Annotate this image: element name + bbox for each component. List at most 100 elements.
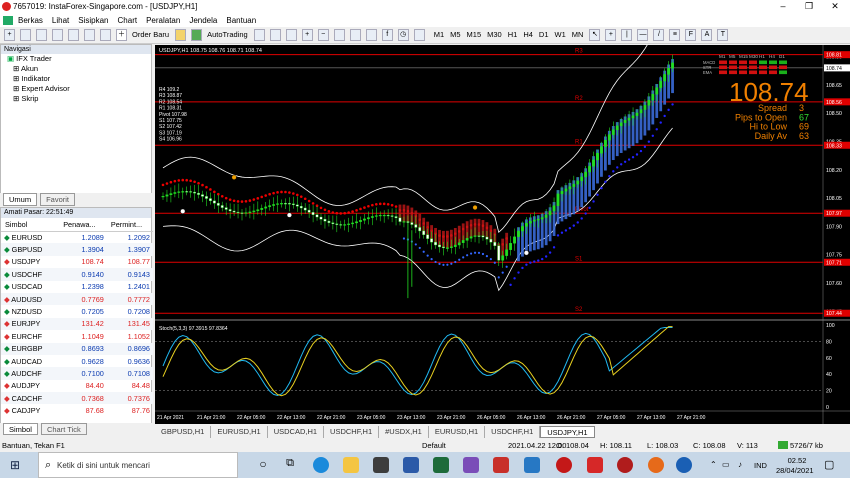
market-row-audjpy[interactable]: ◆ AUDJPY 84.40 84.48 [1,380,153,392]
app-icon-purple[interactable] [463,457,479,473]
tab-umum[interactable]: Umum [3,193,38,206]
symbol-cell[interactable]: ◆ AUDCAD [1,355,59,367]
chart-tab-usdchf-2[interactable]: USDCHF,H1 [485,426,541,438]
symbol-cell[interactable]: ◆ CADCHF [1,392,59,404]
market-row-cadjpy[interactable]: ◆ CADJPY 87.68 87.76 [1,404,153,416]
tester-icon[interactable] [100,29,111,41]
market-row-eurjpy[interactable]: ◆ EURJPY 131.42 131.45 [1,317,153,331]
symbol-cell[interactable]: ◆ AUDJPY [1,380,59,392]
minimize-button[interactable]: – [770,0,796,13]
crosshair-icon[interactable]: + [605,29,617,41]
close-button[interactable]: ✕ [822,0,848,13]
col-symbol[interactable]: Simbol [1,218,60,232]
text-icon[interactable]: A [701,29,713,41]
menu-bantuan[interactable]: Bantuan [226,16,256,25]
trendline-icon[interactable]: / [653,29,665,41]
line-chart-icon[interactable] [285,29,297,41]
network-icon[interactable]: ▭ [722,460,730,469]
powerpoint-icon[interactable] [493,457,509,473]
chrome-icon[interactable] [676,457,692,473]
restore-button[interactable]: ❐ [796,0,822,13]
nav-item-ifx-trader[interactable]: ▣ IFX Trader [7,54,151,64]
metatrader-icon[interactable] [556,457,572,473]
cursor-icon[interactable]: ↖ [589,29,601,41]
chart-tab-gbpusd[interactable]: GBPUSD,H1 [155,426,212,438]
label-icon[interactable]: T [717,29,729,41]
volume-icon[interactable]: ♪ [738,460,742,469]
tf-m15[interactable]: M15 [467,29,482,41]
tab-chart-tick[interactable]: Chart Tick [40,423,87,435]
market-row-audchf[interactable]: ◆ AUDCHF 0.7100 0.7108 [1,367,153,380]
nav-item-skrip[interactable]: ⊞ Skrip [7,94,151,104]
menu-chart[interactable]: Chart [118,16,138,25]
symbol-cell[interactable]: ◆ AUDUSD [1,293,59,305]
menu-berkas[interactable]: Berkas [18,16,43,25]
symbol-cell[interactable]: ◆ EURCHF [1,330,59,342]
vertical-line-icon[interactable]: | [621,29,633,41]
firefox-icon[interactable] [648,457,664,473]
store-icon[interactable] [373,457,389,473]
symbol-cell[interactable]: ◆ AUDCHF [1,367,59,379]
chart-shift-icon[interactable] [349,29,361,41]
nav-item-expert-advisor[interactable]: ⊞ Expert Advisor [7,84,151,94]
data-window-icon[interactable] [52,29,63,41]
price-chart[interactable]: R3R2R1PivotS1S2USDJPY,H1 108.75 108.76 1… [155,45,850,424]
col-ask[interactable]: Permint... [106,218,153,232]
market-row-gbpusd[interactable]: ◆ GBPUSD 1.3904 1.3907 [1,243,153,256]
market-row-eurchf[interactable]: ◆ EURCHF 1.1049 1.1052 [1,330,153,342]
autotrading-button[interactable]: AutoTrading [207,29,248,41]
notification-icon[interactable]: ▢ [824,458,834,471]
profiles-icon[interactable] [20,29,31,41]
tile-windows-icon[interactable] [333,29,345,41]
col-bid[interactable]: Penawa... [59,218,107,232]
chart-tab-usdchf[interactable]: USDCHF,H1 [324,426,380,438]
cortana-icon[interactable]: ○ [255,457,271,473]
symbol-cell[interactable]: ◆ USDCHF [1,268,59,280]
market-row-audcad[interactable]: ◆ AUDCAD 0.9628 0.9636 [1,355,153,367]
edge-icon[interactable] [313,457,329,473]
terminal-app-icon[interactable] [617,457,633,473]
market-row-usdchf[interactable]: ◆ USDCHF 0.9140 0.9143 [1,268,153,281]
market-row-nzdusd[interactable]: ◆ NZDUSD 0.7205 0.7208 [1,305,153,317]
mail-icon[interactable] [524,457,540,473]
navigator-icon[interactable] [68,29,79,41]
chart-tab-eurusd-2[interactable]: EURUSD,H1 [429,426,486,438]
language-indicator[interactable]: IND [754,461,767,470]
channel-icon[interactable]: ≡ [669,29,681,41]
instaforex-icon[interactable] [587,457,603,473]
fibonacci-icon[interactable]: F [685,29,697,41]
symbol-cell[interactable]: ◆ EURJPY [1,318,59,330]
clock-date[interactable]: 28/04/2021 [776,466,814,475]
market-watch-icon[interactable] [36,29,47,41]
indicators-icon[interactable]: f [381,29,393,41]
autoscroll-icon[interactable] [365,29,377,41]
nav-item-indikator[interactable]: ⊞ Indikator [7,74,151,84]
bar-chart-icon[interactable] [253,29,265,41]
taskbar-search[interactable]: ⌕ Ketik di sini untuk mencari [38,452,238,478]
symbol-cell[interactable]: ◆ EURGBP [1,343,59,355]
market-row-eurgbp[interactable]: ◆ EURGBP 0.8693 0.8696 [1,342,153,355]
new-chart-icon[interactable]: + [4,29,15,41]
chart-tab-usdx[interactable]: #USDX,H1 [379,426,429,438]
metaeditor-icon[interactable] [175,29,187,41]
symbol-cell[interactable]: ◆ NZDUSD [1,305,59,317]
symbol-cell[interactable]: ◆ USDCAD [1,281,59,293]
tf-w1[interactable]: W1 [555,29,566,41]
tf-m30[interactable]: M30 [487,29,502,41]
menu-lihat[interactable]: Lihat [52,16,69,25]
tf-d1[interactable]: D1 [539,29,549,41]
periods-icon[interactable]: ◷ [397,29,409,41]
terminal-icon[interactable] [84,29,95,41]
new-order-button[interactable]: Order Baru [132,29,169,41]
tab-favorit[interactable]: Favorit [40,193,76,206]
zoom-in-icon[interactable]: + [301,29,313,41]
tf-mn[interactable]: MN [572,29,584,41]
chart-tab-eurusd[interactable]: EURUSD,H1 [211,426,268,438]
menu-jendela[interactable]: Jendela [189,16,217,25]
market-row-eurusd[interactable]: ◆ EURUSD 1.2089 1.2092 [1,231,153,243]
symbol-cell[interactable]: ◆ EURUSD [1,231,59,243]
excel-icon[interactable] [433,457,449,473]
menu-sisipkan[interactable]: Sisipkan [78,16,108,25]
task-view-icon[interactable]: ⧉ [282,457,298,473]
market-row-usdjpy[interactable]: ◆ USDJPY 108.74 108.77 [1,256,153,268]
